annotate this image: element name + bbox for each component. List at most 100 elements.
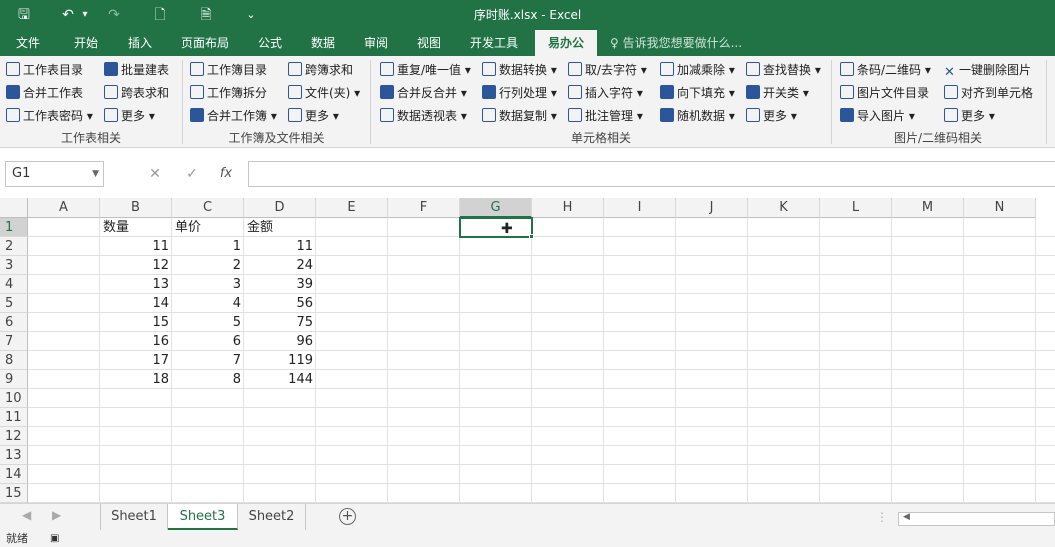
cell-c1[interactable]: 单价 bbox=[172, 218, 244, 237]
cell-c2[interactable]: 1 bbox=[172, 237, 244, 256]
column-header[interactable]: B bbox=[100, 198, 172, 218]
column-header[interactable]: J bbox=[676, 198, 748, 218]
tab-developer[interactable]: 开发工具 bbox=[460, 30, 528, 56]
cell-b5[interactable]: 14 bbox=[100, 294, 172, 313]
cell-b9[interactable]: 18 bbox=[100, 370, 172, 389]
cell-d6[interactable]: 75 bbox=[244, 313, 316, 332]
comment-manage-button[interactable]: 批注管理 ▾ bbox=[568, 106, 643, 126]
column-header[interactable]: E bbox=[316, 198, 388, 218]
column-header[interactable]: H bbox=[532, 198, 604, 218]
row-header[interactable]: 15 bbox=[0, 484, 28, 503]
tab-file[interactable]: 文件 bbox=[5, 30, 51, 56]
row-header[interactable]: 6 bbox=[0, 313, 28, 332]
cell-more-button[interactable]: 更多 ▾ bbox=[746, 106, 797, 126]
insert-chars-button[interactable]: 插入字符 ▾ bbox=[568, 83, 643, 103]
tab-insert[interactable]: 插入 bbox=[117, 30, 163, 56]
cell-c3[interactable]: 2 bbox=[172, 256, 244, 275]
cell-d1[interactable]: 金额 bbox=[244, 218, 316, 237]
column-header[interactable]: K bbox=[748, 198, 820, 218]
row-header[interactable]: 8 bbox=[0, 351, 28, 370]
cell-b4[interactable]: 13 bbox=[100, 275, 172, 294]
chevron-down-icon[interactable]: ▼ bbox=[92, 162, 99, 186]
file-folder-button[interactable]: 文件(夹) ▾ bbox=[288, 83, 360, 103]
active-cell-g1[interactable] bbox=[459, 217, 533, 238]
macro-record-icon[interactable]: ▣ bbox=[50, 531, 59, 547]
fill-down-button[interactable]: 向下填充 ▾ bbox=[660, 83, 735, 103]
column-header[interactable]: F bbox=[388, 198, 460, 218]
name-box[interactable]: G1 ▼ bbox=[5, 161, 104, 187]
cell-d5[interactable]: 56 bbox=[244, 294, 316, 313]
row-header[interactable]: 9 bbox=[0, 370, 28, 389]
scroll-left-arrow-icon[interactable]: ◀ bbox=[903, 512, 910, 522]
row-header[interactable]: 12 bbox=[0, 427, 28, 446]
workbook-more-button[interactable]: 更多 ▾ bbox=[288, 106, 339, 126]
barcode-qrcode-button[interactable]: 条码/二维码 ▾ bbox=[840, 60, 931, 80]
cell-b3[interactable]: 12 bbox=[100, 256, 172, 275]
cross-sheet-sum-button[interactable]: 跨表求和 bbox=[104, 83, 169, 103]
cell-b6[interactable]: 15 bbox=[100, 313, 172, 332]
pivot-table-button[interactable]: 数据透视表 ▾ bbox=[380, 106, 467, 126]
cell-c9[interactable]: 8 bbox=[172, 370, 244, 389]
scroll-right-icon[interactable]: ▶ bbox=[52, 508, 61, 522]
data-convert-button[interactable]: 数据转换 ▾ bbox=[482, 60, 557, 80]
cell-c8[interactable]: 7 bbox=[172, 351, 244, 370]
cell-b8[interactable]: 17 bbox=[100, 351, 172, 370]
cell-d7[interactable]: 96 bbox=[244, 332, 316, 351]
row-header[interactable]: 11 bbox=[0, 408, 28, 427]
row-header[interactable]: 3 bbox=[0, 256, 28, 275]
cell-d2[interactable]: 11 bbox=[244, 237, 316, 256]
cell-b2[interactable]: 11 bbox=[100, 237, 172, 256]
tab-home[interactable]: 开始 bbox=[63, 30, 109, 56]
column-header[interactable]: D bbox=[244, 198, 316, 218]
batch-create-sheets-button[interactable]: 批量建表 bbox=[104, 60, 169, 80]
row-header[interactable]: 2 bbox=[0, 237, 28, 256]
enter-icon[interactable]: ✓ bbox=[180, 161, 204, 187]
row-header[interactable]: 7 bbox=[0, 332, 28, 351]
tab-view[interactable]: 视图 bbox=[406, 30, 452, 56]
find-replace-button[interactable]: 查找替换 ▾ bbox=[746, 60, 821, 80]
picture-file-directory-button[interactable]: 图片文件目录 bbox=[840, 83, 929, 103]
add-sheet-button[interactable]: + bbox=[339, 508, 356, 525]
sheet-tab-sheet3[interactable]: Sheet3 bbox=[168, 504, 238, 530]
column-header[interactable]: L bbox=[820, 198, 892, 218]
column-header[interactable]: G bbox=[460, 198, 532, 218]
select-all-corner[interactable] bbox=[0, 198, 28, 218]
horizontal-scrollbar[interactable]: ◀ bbox=[898, 512, 1055, 526]
tab-page-layout[interactable]: 页面布局 bbox=[172, 30, 238, 56]
sheet-password-button[interactable]: 工作表密码 ▾ bbox=[6, 106, 93, 126]
cell-c5[interactable]: 4 bbox=[172, 294, 244, 313]
sheet-tab-sheet1[interactable]: Sheet1 bbox=[100, 504, 168, 530]
split-workbook-button[interactable]: 工作簿拆分 bbox=[190, 83, 267, 103]
sheet-tab-sheet2[interactable]: Sheet2 bbox=[238, 504, 306, 530]
row-column-button[interactable]: 行列处理 ▾ bbox=[482, 83, 557, 103]
row-header[interactable]: 4 bbox=[0, 275, 28, 294]
row-header[interactable]: 5 bbox=[0, 294, 28, 313]
cell-d9[interactable]: 144 bbox=[244, 370, 316, 389]
column-header[interactable]: M bbox=[892, 198, 964, 218]
row-header[interactable]: 14 bbox=[0, 465, 28, 484]
column-header[interactable]: C bbox=[172, 198, 244, 218]
merge-unmerge-button[interactable]: 合并反合并 ▾ bbox=[380, 83, 467, 103]
cell-c4[interactable]: 3 bbox=[172, 275, 244, 294]
cell-c7[interactable]: 6 bbox=[172, 332, 244, 351]
merge-workbooks-button[interactable]: 合并工作簿 ▾ bbox=[190, 106, 277, 126]
tab-formulas[interactable]: 公式 bbox=[247, 30, 293, 56]
cross-workbook-sum-button[interactable]: 跨簿求和 bbox=[288, 60, 353, 80]
formula-input[interactable] bbox=[248, 161, 1055, 187]
cell-b7[interactable]: 16 bbox=[100, 332, 172, 351]
import-pictures-button[interactable]: 导入图片 ▾ bbox=[840, 106, 915, 126]
duplicate-unique-button[interactable]: 重复/唯一值 ▾ bbox=[380, 60, 471, 80]
row-header[interactable]: 1 bbox=[0, 218, 28, 237]
align-to-cell-button[interactable]: 对齐到单元格 bbox=[944, 83, 1033, 103]
more-options-icon[interactable]: ⋮ bbox=[876, 510, 888, 524]
row-header[interactable]: 10 bbox=[0, 389, 28, 408]
arithmetic-button[interactable]: 加减乘除 ▾ bbox=[660, 60, 735, 80]
insert-function-icon[interactable]: fx bbox=[214, 161, 238, 187]
data-copy-button[interactable]: 数据复制 ▾ bbox=[482, 106, 557, 126]
cell-d8[interactable]: 119 bbox=[244, 351, 316, 370]
random-data-button[interactable]: 随机数据 ▾ bbox=[660, 106, 735, 126]
picture-more-button[interactable]: 更多 ▾ bbox=[944, 106, 995, 126]
scroll-left-icon[interactable]: ◀ bbox=[22, 508, 31, 522]
column-header[interactable]: N bbox=[964, 198, 1036, 218]
cell-b1[interactable]: 数量 bbox=[100, 218, 172, 237]
